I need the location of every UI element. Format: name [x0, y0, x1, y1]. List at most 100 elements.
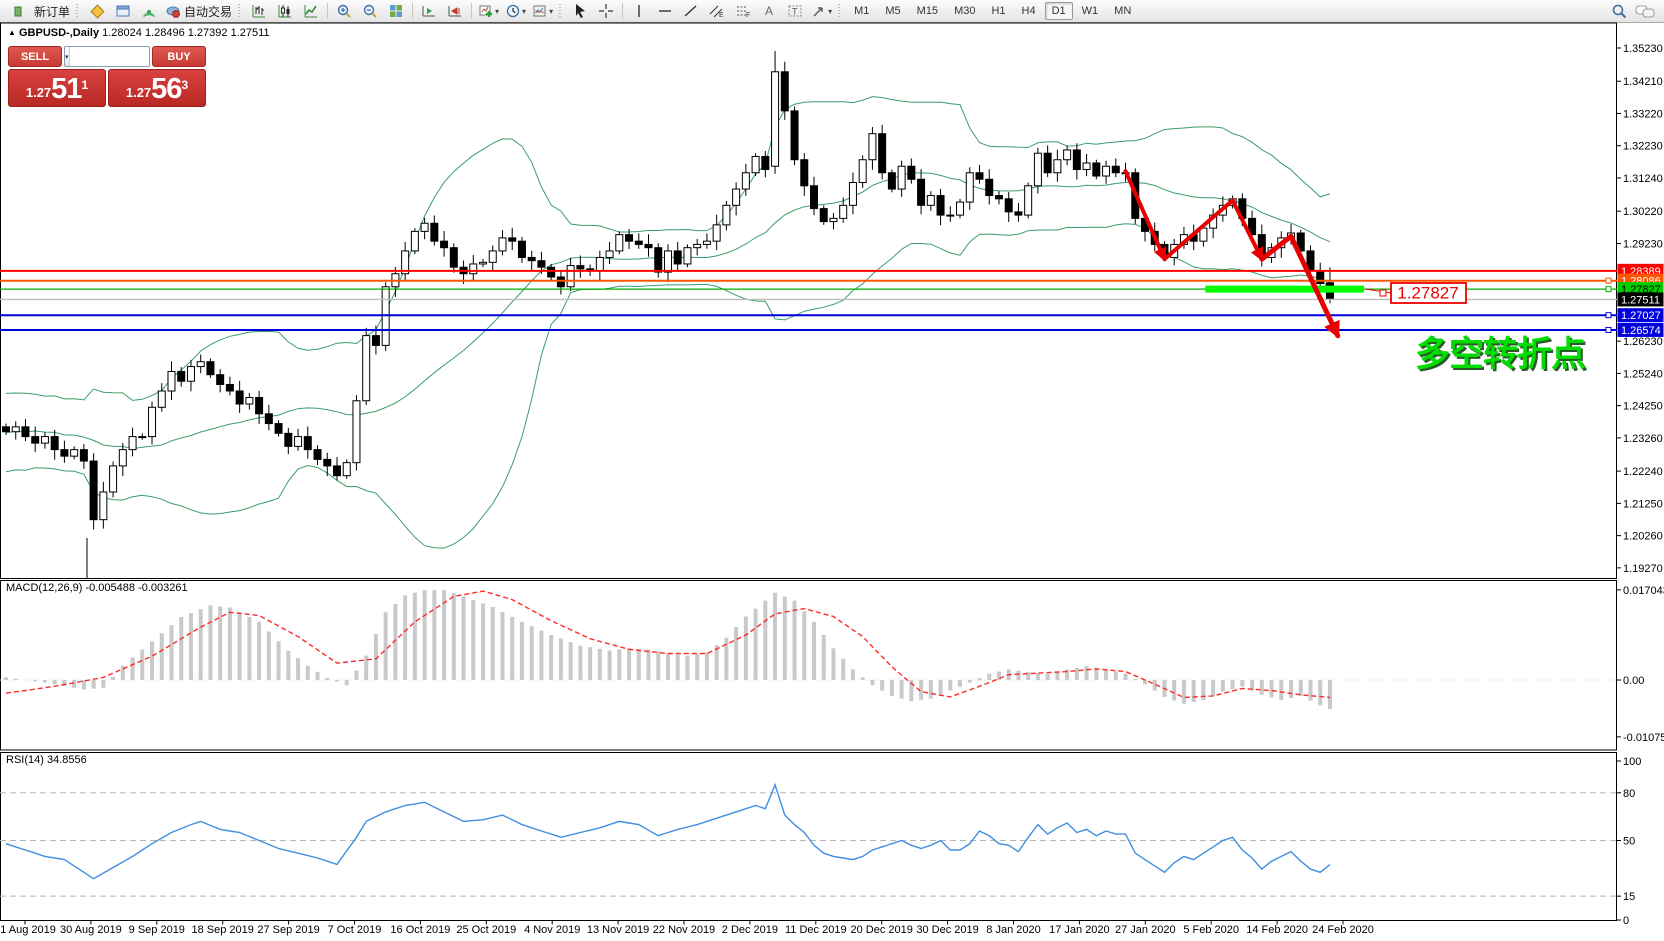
indicators-button[interactable]: ▾ — [475, 0, 502, 22]
candle — [830, 218, 837, 221]
line-handle[interactable] — [1606, 327, 1611, 332]
x-axis-date-label: 16 Oct 2019 — [390, 924, 450, 936]
candlestick-chart-icon — [277, 3, 293, 19]
candle — [548, 267, 555, 277]
chart-shift-button[interactable] — [442, 0, 468, 22]
candle — [781, 72, 788, 111]
candle — [236, 391, 243, 404]
auto-scroll-button[interactable] — [416, 0, 442, 22]
clipped-icon[interactable] — [2, 0, 28, 22]
tab-m1[interactable]: M1 — [847, 2, 876, 20]
candle — [1044, 153, 1051, 173]
candle — [664, 251, 671, 272]
candle — [207, 362, 214, 375]
sell-price-quote[interactable]: 1.27511 — [8, 69, 106, 107]
tab-m5[interactable]: M5 — [878, 2, 907, 20]
line-handle[interactable] — [1606, 287, 1611, 292]
chat-icon — [1635, 3, 1655, 19]
candle — [869, 134, 876, 160]
arrows-tool[interactable]: ▾ — [808, 0, 835, 22]
market-watch-icon — [89, 3, 105, 19]
candlestick-chart-button[interactable] — [272, 0, 298, 22]
candle — [762, 156, 769, 169]
fibonacci-icon: F — [735, 3, 751, 19]
data-window-button[interactable] — [110, 0, 136, 22]
navigator-button[interactable] — [136, 0, 162, 22]
candle — [733, 189, 740, 205]
candle — [811, 186, 818, 209]
candle — [674, 251, 681, 264]
zoom-out-button[interactable] — [357, 0, 383, 22]
drag-grip[interactable] — [838, 4, 843, 18]
text-tool[interactable]: A — [756, 0, 782, 22]
search-button[interactable] — [1606, 0, 1632, 22]
bar-chart-button[interactable] — [246, 0, 272, 22]
cursor-button[interactable] — [567, 0, 593, 22]
toolbar: 新订单 自动交易 ▾ ▾ — [0, 0, 1664, 23]
candle — [616, 235, 623, 251]
drag-grip[interactable] — [76, 4, 81, 18]
chat-button[interactable] — [1632, 0, 1658, 22]
candle — [1005, 199, 1012, 212]
tab-h1[interactable]: H1 — [984, 2, 1012, 20]
market-watch-button[interactable] — [84, 0, 110, 22]
tab-m30[interactable]: M30 — [947, 2, 982, 20]
zoom-in-button[interactable] — [331, 0, 357, 22]
vertical-line-tool[interactable] — [626, 0, 652, 22]
tab-d1[interactable]: D1 — [1045, 2, 1073, 20]
y-axis-tick: 1.35230 — [1623, 43, 1663, 55]
templates-button[interactable]: ▾ — [529, 0, 556, 22]
panel-collapse-arrow-icon[interactable]: ▲ — [8, 28, 16, 37]
periods-button[interactable]: ▾ — [502, 0, 529, 22]
fibonacci-tool[interactable]: F — [730, 0, 756, 22]
svg-text:1.27827: 1.27827 — [1397, 284, 1458, 303]
buy-price-pipette: 3 — [181, 70, 188, 100]
text-label-tool[interactable]: T — [782, 0, 808, 22]
bar-chart-icon — [251, 3, 267, 19]
candle — [567, 266, 574, 287]
x-axis-date-label: 14 Feb 2020 — [1246, 924, 1308, 936]
rsi-axis-tick: 15 — [1623, 891, 1635, 903]
buy-price-quote[interactable]: 1.27563 — [108, 69, 206, 107]
candle — [12, 427, 19, 432]
trendline-tool[interactable] — [678, 0, 704, 22]
tile-windows-button[interactable] — [383, 0, 409, 22]
tab-h4[interactable]: H4 — [1015, 2, 1043, 20]
candle — [324, 459, 331, 466]
level-lines[interactable] — [0, 171, 1617, 336]
horizontal-line-tool[interactable] — [652, 0, 678, 22]
line-chart-button[interactable] — [298, 0, 324, 22]
x-axis-date-label: 27 Sep 2019 — [257, 924, 319, 936]
sell-button[interactable]: SELL — [8, 46, 62, 67]
tab-m15[interactable]: M15 — [910, 2, 945, 20]
drag-grip[interactable] — [238, 4, 243, 18]
candle — [801, 160, 808, 186]
candle — [898, 166, 905, 189]
crosshair-button[interactable] — [593, 0, 619, 22]
y-axis-tick: 1.25240 — [1623, 368, 1663, 380]
volume-input[interactable] — [70, 47, 150, 66]
drag-grip[interactable] — [559, 4, 564, 18]
equidistant-channel-tool[interactable]: E — [704, 0, 730, 22]
candle — [859, 160, 866, 183]
autotrading-icon — [165, 3, 181, 19]
line-handle[interactable] — [1606, 313, 1611, 318]
rsi-axis-tick: 100 — [1623, 756, 1641, 768]
svg-text:1.27511: 1.27511 — [1621, 294, 1660, 306]
tab-w1[interactable]: W1 — [1075, 2, 1106, 20]
candle — [635, 241, 642, 244]
x-axis-date-label: 20 Dec 2019 — [851, 924, 913, 936]
candle — [1103, 166, 1110, 176]
line-handle[interactable] — [1606, 278, 1611, 283]
chart-canvas[interactable]: 1.27827多空转折点多空转折点1.352301.342101.332201.… — [0, 22, 1664, 941]
vertical-line-icon — [631, 3, 647, 19]
candle — [480, 262, 487, 264]
candle — [411, 231, 418, 251]
x-axis-date-label: 8 Jan 2020 — [986, 924, 1040, 936]
autotrading-button[interactable]: 自动交易 — [162, 0, 235, 22]
buy-button[interactable]: BUY — [152, 46, 206, 67]
new-order-button[interactable]: 新订单 — [28, 0, 73, 22]
tab-mn[interactable]: MN — [1107, 2, 1138, 20]
x-axis-date-label: 30 Aug 2019 — [60, 924, 122, 936]
candle — [849, 183, 856, 206]
